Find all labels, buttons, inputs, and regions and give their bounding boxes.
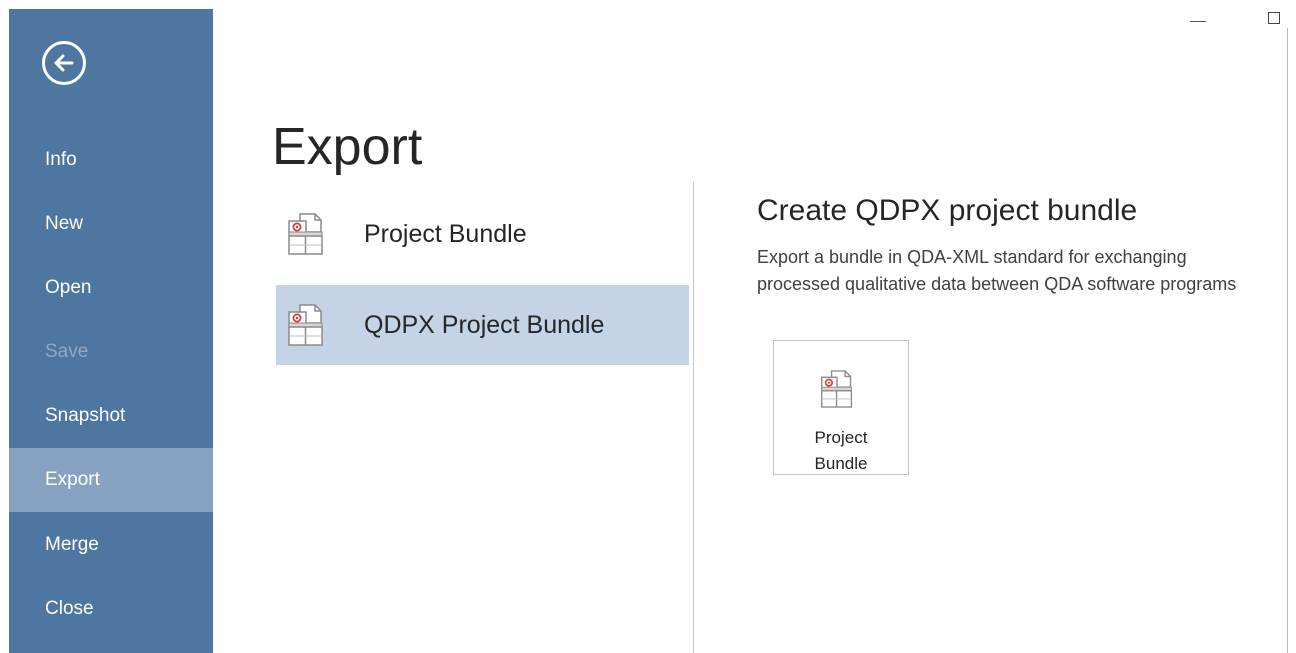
nav-item-snapshot[interactable]: Snapshot <box>9 384 213 448</box>
button-label-line2: Bundle <box>814 454 868 473</box>
page-title: Export <box>272 118 423 176</box>
nav-item-label: Save <box>45 341 89 362</box>
project-bundle-button[interactable]: Project Bundle <box>773 340 909 475</box>
arrow-left-circle-icon <box>54 54 74 72</box>
sidebar: Info New Open Save Snapshot Export Merge… <box>9 9 213 653</box>
project-bundle-button-label: Project Bundle <box>774 425 908 477</box>
nav-item-merge[interactable]: Merge <box>9 513 213 577</box>
nav-item-label: Export <box>45 469 100 490</box>
back-button[interactable] <box>42 41 86 85</box>
nav-item-save: Save <box>9 320 213 384</box>
nav-item-export[interactable]: Export <box>9 448 213 512</box>
button-label-line1: Project <box>814 428 868 447</box>
nav-item-label: Snapshot <box>45 405 126 426</box>
panel-divider <box>693 182 694 653</box>
nav-item-label: New <box>45 213 84 234</box>
detail-title: Create QDPX project bundle <box>757 194 1138 227</box>
project-bundle-icon <box>819 369 855 409</box>
nav-item-label: Close <box>45 598 94 619</box>
minimize-icon[interactable] <box>1190 21 1206 22</box>
nav-item-label: Merge <box>45 534 99 555</box>
window-border <box>1287 28 1288 653</box>
nav-item-label: Info <box>45 149 77 170</box>
nav-item-info[interactable]: Info <box>9 128 213 192</box>
detail-description: Export a bundle in QDA-XML standard for … <box>757 247 1237 294</box>
export-type-label: QDPX Project Bundle <box>364 310 605 339</box>
nav-item-close[interactable]: Close <box>9 577 213 641</box>
export-type-label: Project Bundle <box>364 219 527 248</box>
project-bundle-icon <box>286 212 326 256</box>
nav-item-label: Open <box>45 277 92 298</box>
export-type-qdpx-project-bundle[interactable]: QDPX Project Bundle <box>276 285 689 365</box>
maximize-icon[interactable] <box>1268 12 1280 24</box>
nav-item-new[interactable]: New <box>9 192 213 256</box>
export-type-project-bundle[interactable]: Project Bundle <box>276 194 689 274</box>
nav-item-open[interactable]: Open <box>9 256 213 320</box>
project-bundle-icon <box>286 303 326 347</box>
